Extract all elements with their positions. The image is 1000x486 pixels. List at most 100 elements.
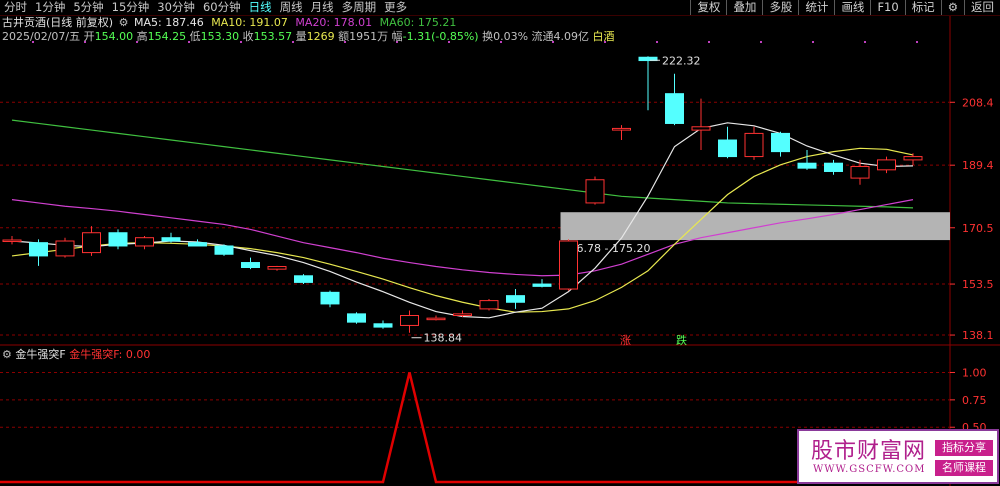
ma10-label: MA10: — [211, 16, 246, 29]
toolbar-button-8[interactable]: 返回 — [964, 0, 1000, 15]
dot-marker-17 — [916, 41, 918, 43]
candle-body-25 — [665, 93, 684, 124]
candle-body-12 — [320, 291, 340, 305]
candle-body-13 — [347, 313, 366, 323]
y-tick-label-1: 189.4 — [962, 159, 994, 172]
open-value: 154.00 — [94, 30, 134, 43]
toolbar-button-1[interactable]: 叠加 — [726, 0, 762, 15]
y-tick-label-3: 153.5 — [962, 278, 994, 291]
timeframe-tab-4[interactable]: 30分钟 — [153, 0, 199, 15]
candle-body-5 — [135, 237, 154, 247]
candle-body-34 — [903, 156, 923, 161]
volume-value: 1269 — [306, 30, 335, 43]
candle-body-2 — [55, 240, 75, 257]
float-label: 流通 — [531, 30, 554, 43]
ma60-label: MA60: — [379, 16, 415, 29]
chart-canvas[interactable]: 166.78 - 175.20 222.32138.84 涨跌 208.4189.… — [0, 0, 1000, 486]
change-label: 幅 — [391, 30, 403, 43]
amount-value: 1951万 — [349, 30, 389, 43]
timeframe-tab-9[interactable]: 多周期 — [338, 0, 381, 15]
timeframe-tab-7[interactable]: 周线 — [276, 0, 307, 15]
ma10-value: 191.07 — [249, 16, 288, 29]
ma20-value: 178.01 — [333, 16, 373, 29]
indicator-series-label: 金牛强突F: — [69, 348, 123, 361]
indicator-settings-icon[interactable]: ⚙ — [2, 348, 12, 361]
timeframe-tab-6[interactable]: 日线 — [245, 0, 276, 15]
watermark-url: WWW.GSCFW.COM — [813, 464, 926, 475]
dot-marker-16 — [864, 41, 866, 43]
candle-body-10 — [267, 266, 287, 270]
candle-body-8 — [214, 245, 234, 255]
turnover-label: 换 — [482, 30, 494, 43]
low-value: 153.30 — [200, 30, 240, 43]
dot-marker-15 — [812, 41, 814, 43]
candle-body-17 — [453, 313, 472, 317]
timeframe-tabs: 分时 1分钟 5分钟 15分钟 30分钟 60分钟 日线 周线 月线 多周期 更多 — [0, 0, 411, 15]
y-tick-label-0: 208.4 — [962, 96, 994, 109]
candle-body-9 — [241, 262, 260, 268]
close-label: 收 — [242, 30, 254, 43]
volume-label: 量 — [295, 30, 307, 43]
candle-body-27 — [718, 139, 737, 158]
low-label: 低 — [189, 30, 201, 43]
indicator-legend: ⚙ 金牛强突F 金牛强突F: 0.00 — [2, 348, 150, 362]
timeframe-tab-0[interactable]: 分时 — [0, 0, 31, 15]
dot-marker-12 — [656, 41, 658, 43]
candle-body-28 — [744, 132, 764, 158]
candle-body-15 — [400, 315, 419, 326]
candle-body-16 — [426, 317, 446, 321]
ma60-value: 175.21 — [417, 16, 457, 29]
close-value: 153.57 — [253, 30, 293, 43]
timeframe-tab-5[interactable]: 60分钟 — [199, 0, 245, 15]
candle-body-23 — [612, 127, 631, 131]
candle-body-33 — [877, 159, 896, 171]
quote-legend: 2025/02/07/五 开154.00 高154.25 低153.30 收15… — [2, 30, 615, 44]
candle-body-26 — [691, 126, 711, 131]
timeframe-tab-3[interactable]: 15分钟 — [108, 0, 154, 15]
watermark-title: 股市财富网 — [811, 439, 927, 464]
candle-body-1 — [29, 242, 48, 257]
amount-label: 额 — [338, 30, 350, 43]
candle-body-7 — [188, 242, 207, 247]
high-value: 154.25 — [147, 30, 187, 43]
indicator-series-value: 0.00 — [125, 348, 151, 361]
toolbar-button-5[interactable]: F10 — [870, 0, 904, 15]
dot-marker-14 — [760, 41, 762, 43]
y-tick-label-4: 138.1 — [962, 329, 994, 342]
candle-body-18 — [479, 300, 499, 310]
candle-body-21 — [559, 240, 578, 290]
quote-date: 2025/02/07/五 — [2, 30, 81, 43]
toolbar: 分时 1分钟 5分钟 15分钟 30分钟 60分钟 日线 周线 月线 多周期 更多 复权 叠加 多股 统计… — [0, 0, 1000, 16]
candle-body-20 — [532, 283, 552, 287]
turnover-value: 0.03% — [493, 30, 529, 43]
indicator-name[interactable]: 金牛强突F — [15, 348, 65, 361]
toolbar-button-0[interactable]: 复权 — [690, 0, 726, 15]
candle-body-31 — [824, 162, 843, 172]
timeframe-tab-10[interactable]: 更多 — [380, 0, 411, 15]
toolbar-button-7[interactable]: ⚙ — [940, 0, 964, 15]
timeframe-tab-2[interactable]: 5分钟 — [69, 0, 107, 15]
watermark-tag-courses[interactable]: 名师课程 — [935, 460, 993, 476]
marker-up: 涨 — [620, 334, 631, 347]
y-tick-label-2: 170.5 — [962, 222, 994, 235]
timeframe-tab-8[interactable]: 月线 — [307, 0, 338, 15]
ma5-value: 187.46 — [165, 16, 204, 29]
candle-body-11 — [294, 275, 313, 283]
dot-marker-13 — [708, 41, 710, 43]
settings-icon[interactable]: ⚙ — [119, 16, 129, 29]
ind-tick-label-0: 1.00 — [962, 366, 987, 379]
toolbar-button-3[interactable]: 统计 — [798, 0, 834, 15]
candle-body-14 — [373, 323, 393, 328]
watermark[interactable]: 股市财富网 WWW.GSCFW.COM 指标分享 名师课程 — [797, 429, 999, 484]
toolbar-button-2[interactable]: 多股 — [762, 0, 798, 15]
timeframe-tab-1[interactable]: 1分钟 — [31, 0, 69, 15]
candle-body-22 — [585, 179, 605, 204]
ma5-label: MA5: — [133, 16, 162, 29]
stock-title: 古井贡酒(日线 前复权) — [2, 16, 114, 29]
candle-body-4 — [108, 232, 128, 247]
watermark-tag-indicators[interactable]: 指标分享 — [935, 440, 993, 456]
low-label: 138.84 — [424, 332, 463, 345]
toolbar-button-4[interactable]: 画线 — [834, 0, 870, 15]
ind-tick-label-1: 0.75 — [962, 394, 987, 407]
toolbar-button-6[interactable]: 标记 — [904, 0, 941, 15]
